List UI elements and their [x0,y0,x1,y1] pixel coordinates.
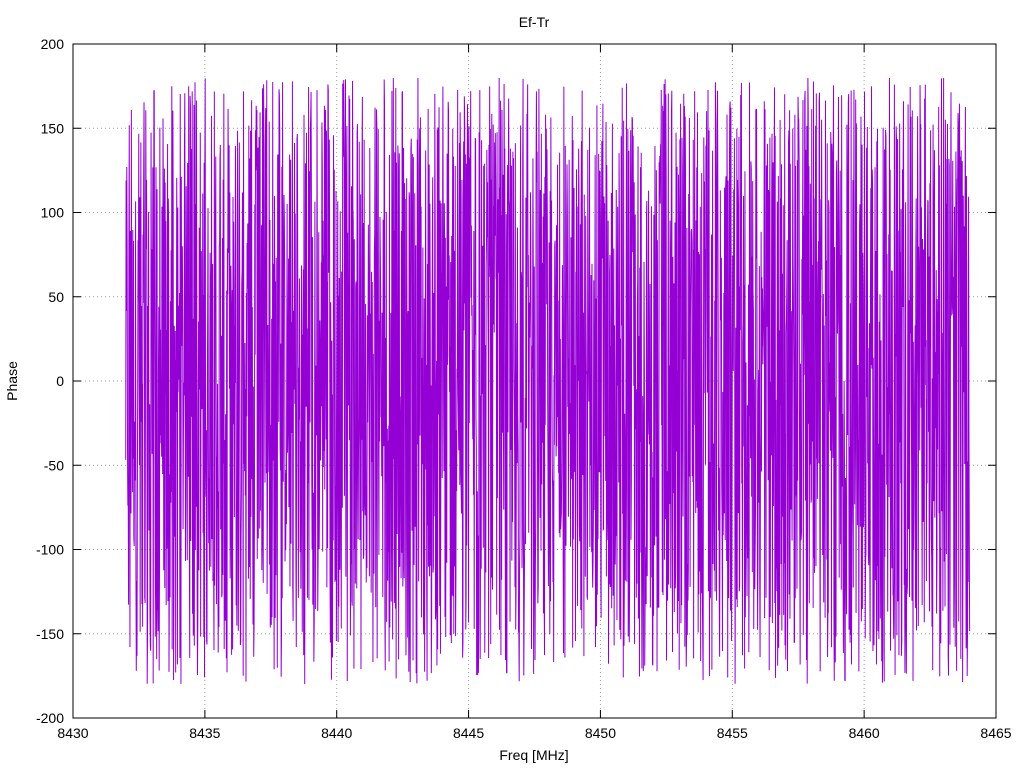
x-tick-label: 8445 [453,725,484,741]
phase-series-line [125,77,971,685]
x-axis-label: Freq [MHz] [499,747,568,763]
x-tick-label: 8460 [849,725,880,741]
y-tick-label: -50 [44,457,64,473]
y-tick-label: -150 [36,626,64,642]
x-tick-label: 8450 [585,725,616,741]
y-tick-label: -100 [36,542,64,558]
y-tick-label: 50 [48,289,64,305]
x-tick-label: 8455 [717,725,748,741]
y-tick-label: 150 [41,120,65,136]
series-line [125,77,971,685]
x-tick-label: 8435 [189,725,220,741]
chart-title: Ef-Tr [519,14,550,30]
y-tick-label: 100 [41,205,65,221]
x-tick-label: 8465 [980,725,1011,741]
y-tick-label: 0 [56,373,64,389]
chart-container: Ef-Tr 8430 8435 8440 8445 8450 8455 8460 8465 20… [0,0,1024,768]
chart-svg: Ef-Tr 8430 8435 8440 8445 8450 8455 8460 8465 20… [4,14,1012,763]
y-tick-label: -200 [36,710,64,726]
x-tick-label: 8430 [57,725,88,741]
x-tick-label: 8440 [321,725,352,741]
y-tick-label: 200 [41,36,65,52]
y-axis-label: Phase [4,361,20,401]
